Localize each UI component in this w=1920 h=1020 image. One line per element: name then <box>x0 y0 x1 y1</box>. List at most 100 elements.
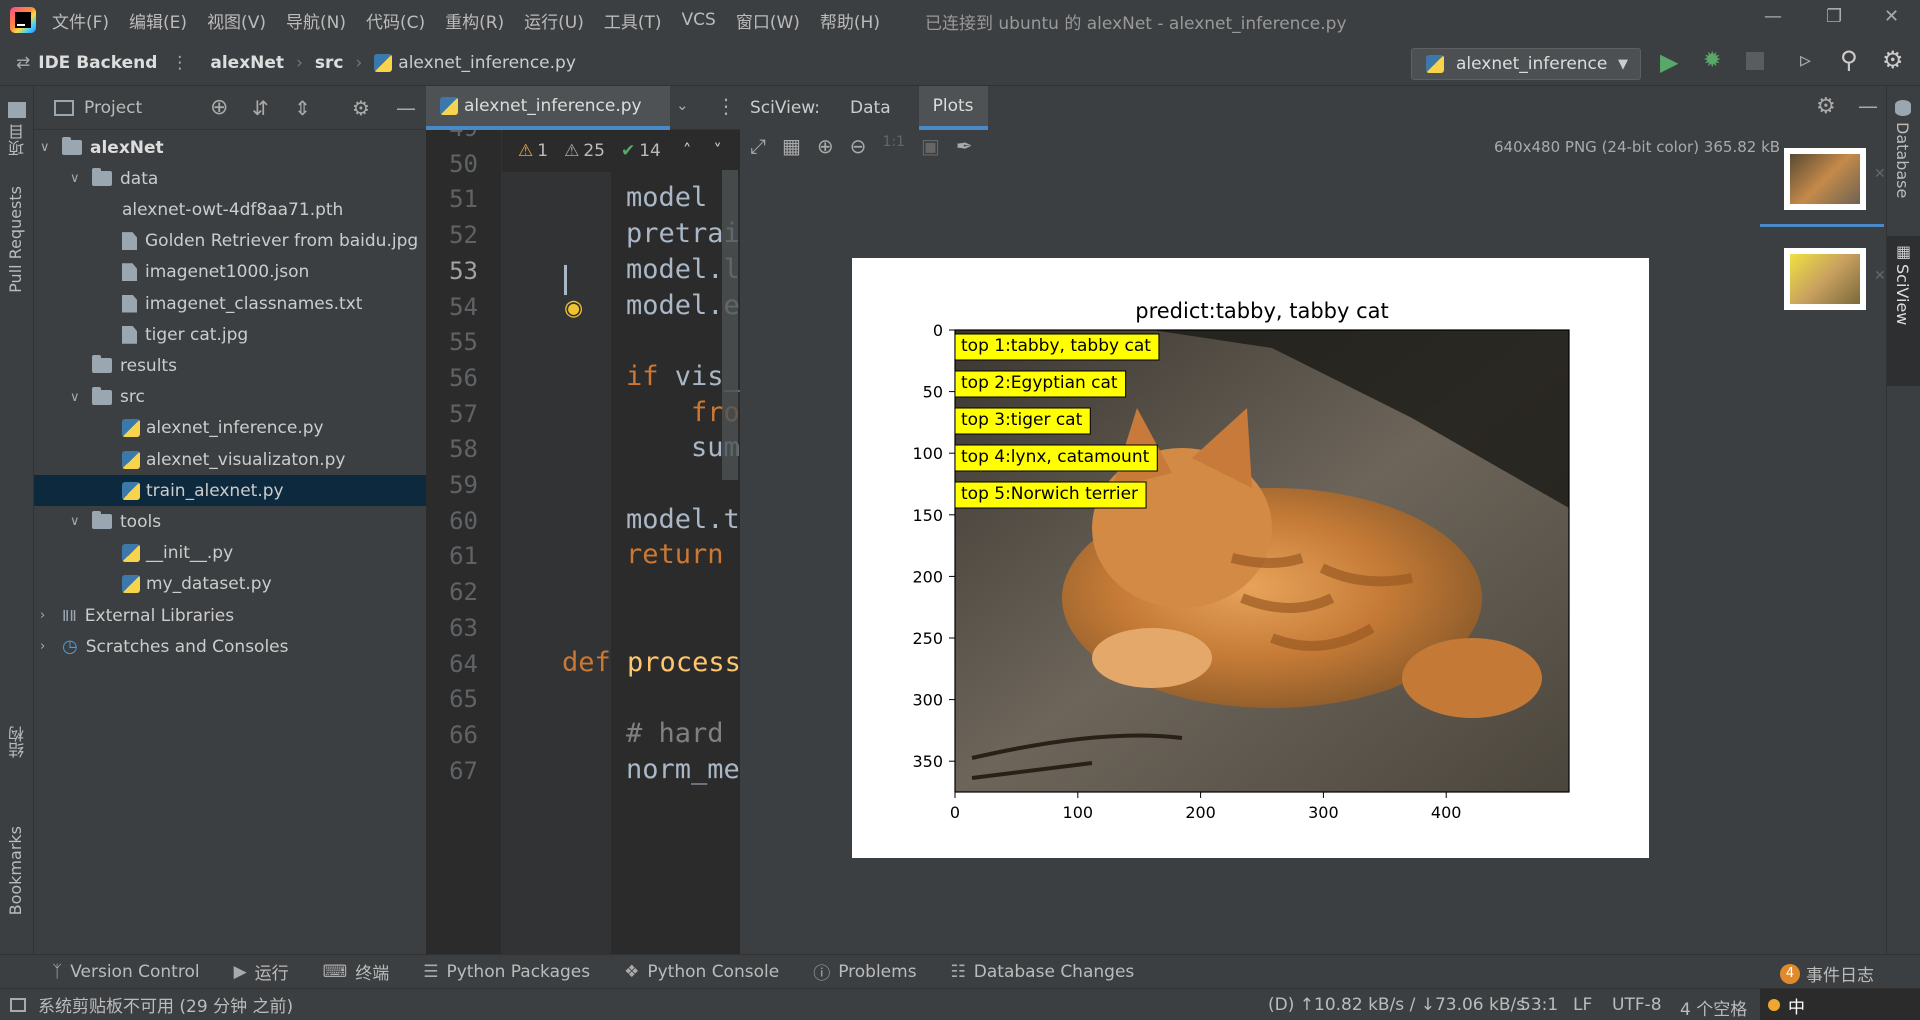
status-toggle-icon[interactable] <box>10 997 26 1012</box>
run-configuration-select[interactable]: alexnet_inference ▼ <box>1411 48 1641 80</box>
bookmarks-tool-tab[interactable]: Bookmarks <box>6 826 25 915</box>
tree-item[interactable]: alexnet_visualizaton.py <box>34 444 426 475</box>
problems-tab[interactable]: ⓘ Problems <box>813 959 916 985</box>
chevron-down-icon[interactable]: ∨ <box>70 390 92 405</box>
tab-plots[interactable]: Plots <box>918 86 988 130</box>
close-icon[interactable]: ✕ <box>1884 6 1899 27</box>
tree-item[interactable]: imagenet1000.json <box>34 257 426 288</box>
run-tab[interactable]: ▶ 运行 <box>234 959 289 985</box>
menu-edit[interactable]: 编辑(E) <box>129 8 187 33</box>
lightbulb-icon[interactable]: ◉ <box>564 296 583 321</box>
sciview-tool-tab[interactable]: SciView <box>1893 264 1912 325</box>
debug-icon[interactable]: ✹ <box>1703 48 1721 73</box>
version-control-tab[interactable]: ᛉ Version Control <box>52 962 200 982</box>
breadcrumb-src[interactable]: src <box>315 53 344 73</box>
plot-thumbnail-dog[interactable] <box>1784 248 1866 310</box>
inspection-widget[interactable]: ⚠ 1 ⚠ 25 ✔ 14 ˄ ˅ <box>502 130 740 172</box>
minimize-icon[interactable]: — <box>1764 6 1782 27</box>
tree-item[interactable]: ∨ src <box>34 382 426 413</box>
chevron-down-icon[interactable]: ∨ <box>40 140 62 155</box>
python-console-tab[interactable]: ❖ Python Console <box>624 962 779 982</box>
tree-item[interactable]: › ◷ Scratches and Consoles <box>34 631 426 662</box>
stop-icon[interactable] <box>1746 52 1764 70</box>
chevron-down-icon[interactable]: ∨ <box>70 514 92 529</box>
close-thumbnail-icon[interactable]: ✕ <box>1874 268 1886 284</box>
pull-requests-tool-tab[interactable]: Pull Requests <box>6 186 25 293</box>
more-options-icon[interactable]: ⋮ <box>171 53 188 73</box>
indent-setting[interactable]: 4 个空格 <box>1680 995 1747 1020</box>
chevron-down-icon[interactable]: ∨ <box>70 171 92 186</box>
caret-position[interactable]: 53:1 <box>1520 995 1558 1015</box>
menu-help[interactable]: 帮助(H) <box>820 8 880 33</box>
menu-window[interactable]: 窗口(W) <box>736 8 800 33</box>
run-icon[interactable]: ▶ <box>1660 48 1678 76</box>
tree-item[interactable]: imagenet_classnames.txt <box>34 288 426 319</box>
collapse-all-icon[interactable]: ⇕ <box>294 96 311 120</box>
tree-item[interactable]: Golden Retriever from baidu.jpg <box>34 226 426 257</box>
chevron-right-icon[interactable]: › <box>40 639 62 654</box>
fit-to-window-icon[interactable]: ⤢ <box>750 134 766 158</box>
grid-icon[interactable]: ▦ <box>782 134 801 158</box>
project-panel-title[interactable]: Project <box>84 98 142 118</box>
python-packages-tab[interactable]: ☰ Python Packages <box>423 962 590 982</box>
status-message[interactable]: 系统剪贴板不可用 (29 分钟 之前) <box>38 992 293 1017</box>
tabs-dropdown-icon[interactable]: ⌄ <box>676 96 689 114</box>
terminal-tab[interactable]: ⌨ 终端 <box>323 959 390 985</box>
hide-panel-icon[interactable]: — <box>1858 94 1878 118</box>
menu-view[interactable]: 视图(V) <box>207 8 266 33</box>
menu-refactor[interactable]: 重构(R) <box>445 8 504 33</box>
code-editor[interactable]: 4950"""51model52pretrai53model.l54model.… <box>426 130 740 954</box>
project-tool-tab[interactable]: 项目 <box>6 124 30 156</box>
tree-item[interactable]: ∨ data <box>34 163 426 194</box>
hide-panel-icon[interactable]: — <box>396 96 416 120</box>
database-changes-tab[interactable]: ☷ Database Changes <box>951 962 1135 982</box>
menu-tools[interactable]: 工具(T) <box>604 8 662 33</box>
file-encoding[interactable]: UTF-8 <box>1612 995 1662 1015</box>
background-icon[interactable]: ▣ <box>921 134 940 158</box>
previous-highlight-icon[interactable]: ˄ <box>683 141 692 161</box>
tree-item[interactable]: tiger cat.jpg <box>34 319 426 350</box>
structure-tool-tab[interactable]: 结构 <box>6 726 30 758</box>
zoom-out-icon[interactable]: ⊖ <box>850 134 867 158</box>
breadcrumb-project[interactable]: alexNet <box>210 53 284 73</box>
next-highlight-icon[interactable]: ˅ <box>713 141 722 161</box>
actual-size-icon[interactable]: 1:1 <box>882 134 905 158</box>
remote-host-label[interactable]: IDE Backend <box>38 53 157 73</box>
tree-item[interactable]: __init__.py <box>34 538 426 569</box>
tree-item[interactable]: ∨ alexNet <box>34 132 426 163</box>
tree-item[interactable]: alexnet_inference.py <box>34 413 426 444</box>
tree-item[interactable]: ∨ tools <box>34 506 426 537</box>
tree-item[interactable]: › ⅡⅡ External Libraries <box>34 600 426 631</box>
settings-gear-icon[interactable]: ⚙ <box>1882 46 1904 74</box>
tree-item[interactable]: results <box>34 350 426 381</box>
breadcrumb-file[interactable]: alexnet_inference.py <box>398 53 576 73</box>
menu-run[interactable]: 运行(U) <box>524 8 584 33</box>
menu-navigate[interactable]: 导航(N) <box>286 8 346 33</box>
close-thumbnail-icon[interactable]: ✕ <box>1874 166 1886 182</box>
search-icon[interactable]: ⚲ <box>1840 46 1858 74</box>
menu-code[interactable]: 代码(C) <box>366 8 425 33</box>
menu-file[interactable]: 文件(F) <box>52 8 109 33</box>
tree-item[interactable]: alexnet-owt-4df8aa71.pth <box>34 194 426 225</box>
zoom-in-icon[interactable]: ⊕ <box>817 134 834 158</box>
tab-data[interactable]: Data <box>850 98 891 118</box>
locate-icon[interactable]: ⊕ <box>210 95 228 120</box>
event-log-tab[interactable]: 4 事件日志 <box>1780 961 1874 986</box>
color-picker-icon[interactable]: ✒ <box>956 134 973 158</box>
settings-gear-icon[interactable]: ⚙ <box>1816 94 1836 119</box>
editor-tab-alexnet-inference[interactable]: alexnet_inference.py <box>426 86 670 130</box>
expand-all-icon[interactable]: ⇵ <box>252 96 269 120</box>
attach-profiler-icon[interactable]: ▹ <box>1800 48 1811 73</box>
menu-vcs[interactable]: VCS <box>682 10 716 30</box>
ime-mode[interactable]: 中 <box>1788 993 1805 1018</box>
more-options-icon[interactable]: ⋮ <box>716 94 736 118</box>
restore-icon[interactable]: ❐ <box>1826 6 1842 27</box>
editor-scrollbar[interactable] <box>722 170 738 480</box>
database-tool-tab[interactable]: Database <box>1893 122 1912 198</box>
tree-item[interactable]: train_alexnet.py <box>34 475 426 507</box>
settings-gear-icon[interactable]: ⚙ <box>352 96 370 120</box>
chevron-right-icon[interactable]: › <box>40 608 62 623</box>
line-separator[interactable]: LF <box>1573 995 1592 1015</box>
plot-thumbnail-cat[interactable] <box>1784 148 1866 210</box>
tree-item[interactable]: my_dataset.py <box>34 569 426 600</box>
